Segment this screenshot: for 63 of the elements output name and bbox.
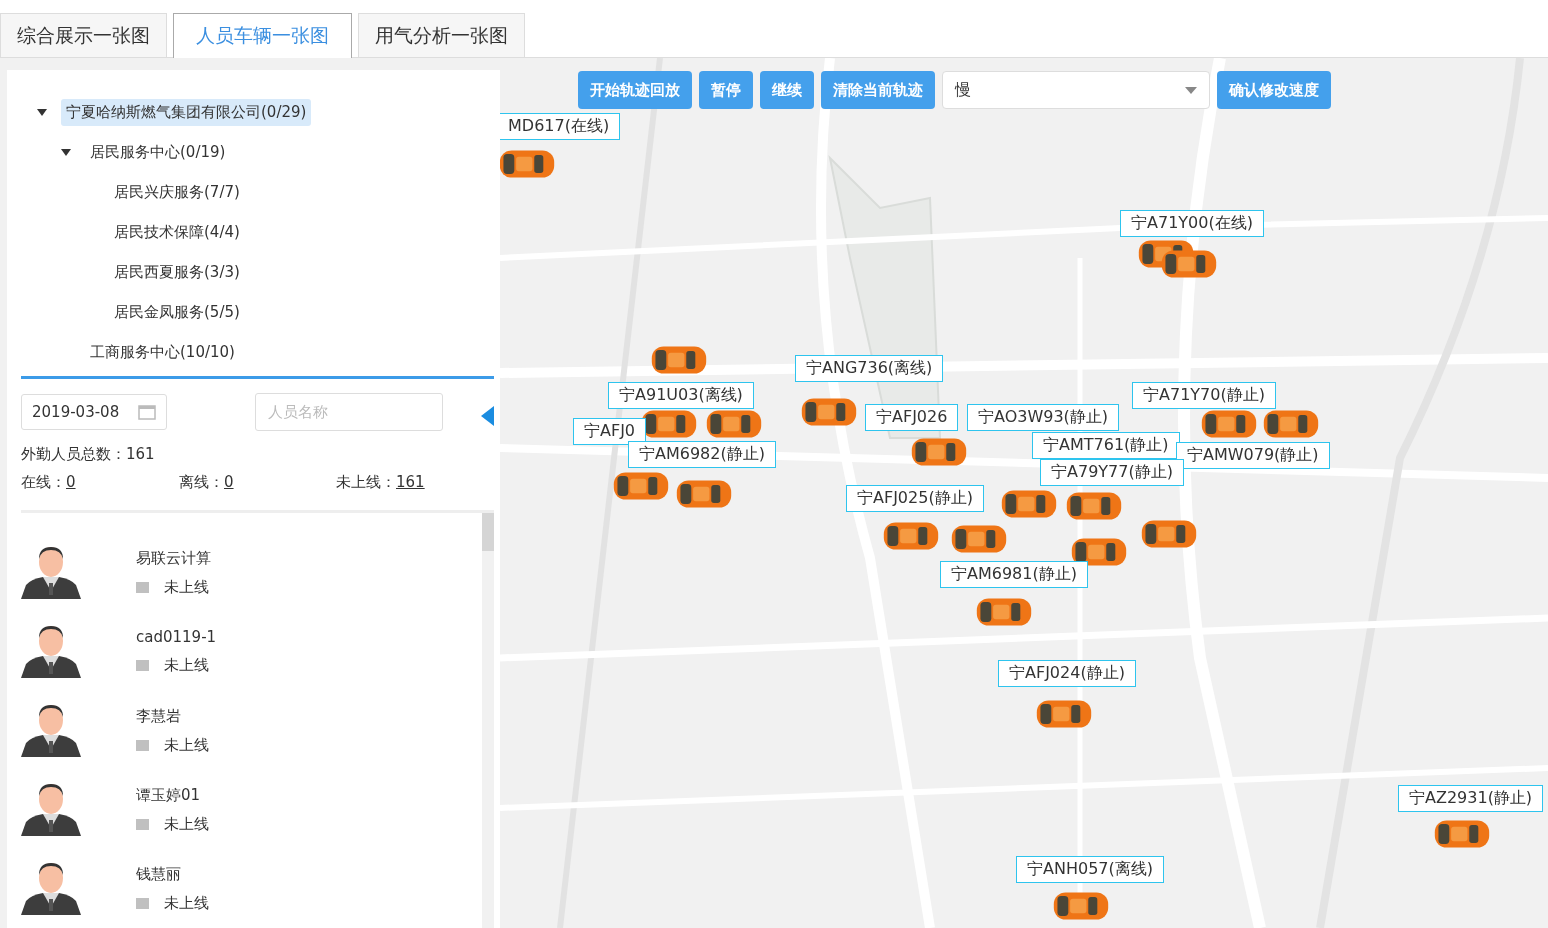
vehicle-label[interactable]: 宁AZ2931(静止) — [1398, 785, 1544, 812]
vehicle-label[interactable]: 宁ANH057(离线) — [1016, 856, 1164, 883]
tree-item[interactable]: 工商服务中心(10/10) — [85, 338, 240, 366]
person-name[interactable]: 钱慧丽 — [136, 864, 209, 884]
vehicle-label[interactable]: 宁AO3W93(静止) — [967, 404, 1120, 431]
tab[interactable]: 用气分析一张图 — [358, 13, 525, 57]
status-icon — [136, 897, 149, 909]
status-icon — [136, 660, 149, 671]
tree-item[interactable]: 居民服务中心(0/19) — [85, 138, 231, 166]
avatar-icon — [21, 783, 81, 836]
tab[interactable]: 综合展示一张图 — [0, 13, 167, 57]
total-label: 外勤人员总数： — [21, 445, 126, 463]
caret-icon[interactable] — [61, 148, 71, 156]
avatar-icon — [21, 704, 81, 757]
tree-item[interactable]: 居民金凤服务(5/5) — [109, 298, 245, 326]
person-status: 未上线 — [164, 735, 209, 755]
vehicle-label[interactable]: MD617(在线) — [500, 113, 621, 140]
vehicle-label[interactable]: 宁AFJ0 — [573, 418, 647, 445]
vehicle-label[interactable]: 宁AMT761(静止) — [1032, 432, 1180, 459]
person-name[interactable]: 谭玉婷01 — [136, 785, 209, 805]
count-link[interactable]: 161 — [396, 473, 425, 491]
vehicle-label[interactable]: 宁A71Y70(静止) — [1132, 382, 1276, 409]
tree-item[interactable]: 宁夏哈纳斯燃气集团有限公司(0/29) — [61, 98, 312, 126]
status-icon — [136, 581, 149, 593]
vehicle-label[interactable]: 宁A71Y00(在线) — [1120, 210, 1264, 237]
vehicle-label[interactable]: 宁AM6982(静止) — [628, 441, 776, 468]
calendar-icon — [138, 404, 156, 420]
status-icon — [136, 739, 149, 751]
speed-select[interactable]: 慢 — [942, 71, 1210, 109]
caret-icon — [1185, 86, 1197, 94]
scrollbar-thumb[interactable] — [482, 513, 494, 551]
vehicle-label[interactable]: 宁A79Y77(静止) — [1040, 459, 1184, 486]
avatar-icon — [21, 546, 81, 599]
person-status: 未上线 — [164, 893, 209, 913]
search-field[interactable]: 人员名称 — [255, 393, 443, 431]
avatar-icon — [21, 625, 81, 678]
count-link[interactable]: 0 — [224, 473, 234, 491]
tree-item[interactable]: 居民技术保障(4/4) — [109, 218, 245, 246]
car-icon[interactable] — [500, 148, 556, 180]
person-name[interactable]: 李慧岩 — [136, 706, 209, 726]
count-label: 未上线： — [336, 473, 396, 491]
person-status: 未上线 — [164, 814, 209, 834]
tree-item[interactable]: 居民兴庆服务(7/7) — [109, 178, 245, 206]
person-status: 未上线 — [164, 656, 209, 675]
person-status: 未上线 — [164, 577, 209, 597]
count-label: 在线： — [21, 473, 66, 491]
vehicle-label[interactable]: 宁AM6981(静止) — [940, 561, 1088, 588]
total-count: 161 — [126, 445, 155, 463]
avatar-icon — [21, 862, 81, 915]
vehicle-label[interactable]: 宁AFJ024(静止) — [998, 660, 1136, 687]
tree-item[interactable]: 居民西夏服务(3/3) — [109, 258, 245, 286]
person-name[interactable]: cad0119-1 — [136, 628, 217, 646]
person-name[interactable]: 易联云计算 — [136, 548, 211, 568]
vehicle-label[interactable]: 宁AFJ025(静止) — [846, 485, 984, 512]
caret-icon[interactable] — [37, 108, 47, 116]
date-field[interactable]: 2019-03-08 — [21, 394, 167, 430]
vehicle-label[interactable]: 宁AFJ026 — [865, 404, 959, 431]
count-label: 离线： — [179, 473, 224, 491]
vehicle-label[interactable]: 宁ANG736(离线) — [795, 355, 944, 382]
vehicle-label[interactable]: 宁AMW079(静止) — [1176, 442, 1330, 469]
status-icon — [136, 818, 149, 830]
count-link[interactable]: 0 — [66, 473, 76, 491]
vehicle-label[interactable]: 宁A91U03(离线) — [608, 382, 754, 409]
